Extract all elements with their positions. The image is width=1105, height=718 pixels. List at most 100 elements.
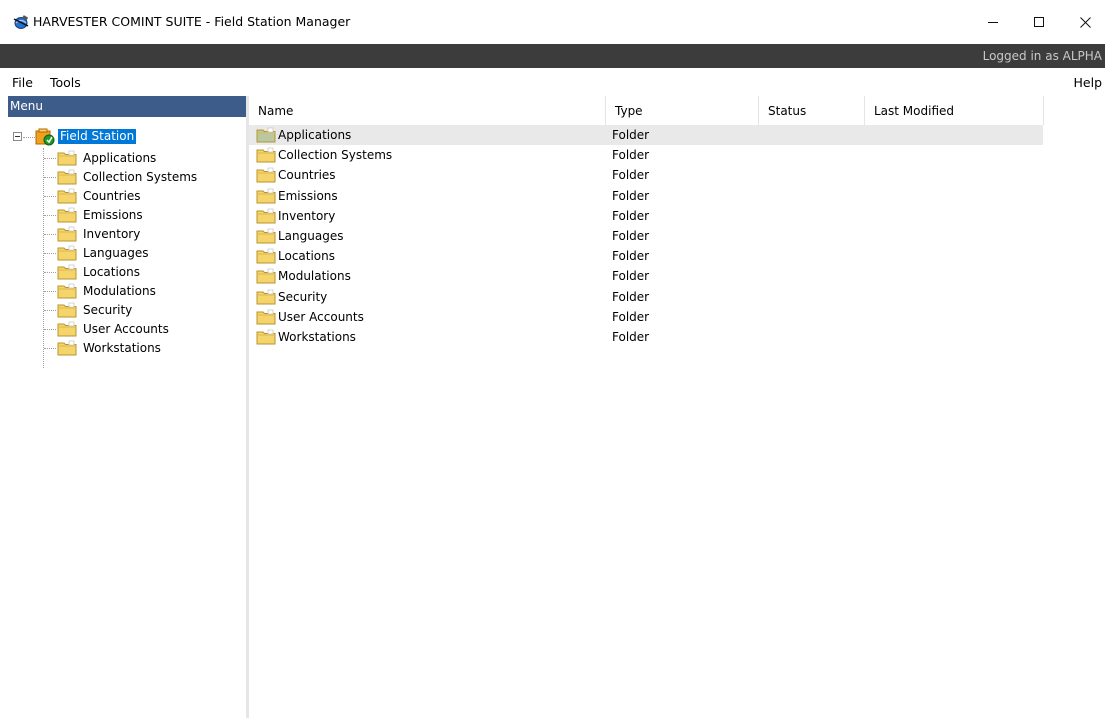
tree-item-label: Modulations bbox=[83, 284, 156, 298]
globe-satellite-icon bbox=[13, 15, 29, 29]
column-header-status[interactable]: Status bbox=[759, 96, 864, 125]
list-row[interactable]: Collection Systems Folder bbox=[249, 145, 1043, 165]
folder-icon bbox=[57, 302, 77, 318]
menu-bar: File Tools Help bbox=[0, 68, 1105, 96]
folder-icon bbox=[57, 283, 77, 299]
folder-icon bbox=[256, 188, 276, 204]
tree-item[interactable]: Security bbox=[8, 301, 246, 320]
tree-item-label: Collection Systems bbox=[83, 170, 198, 184]
tree-item[interactable]: Emissions bbox=[8, 206, 246, 225]
tree-item[interactable]: Countries bbox=[8, 187, 246, 206]
list-row[interactable]: Modulations Folder bbox=[249, 266, 1043, 286]
cell-name: Languages bbox=[278, 229, 344, 243]
cell-name: Workstations bbox=[278, 330, 356, 344]
cell-type: Folder bbox=[612, 128, 650, 142]
cell-name: Locations bbox=[278, 249, 336, 264]
menu-help[interactable]: Help bbox=[1074, 75, 1103, 90]
tree-connector bbox=[44, 215, 56, 216]
menu-tools[interactable]: Tools bbox=[50, 75, 81, 90]
folder-icon bbox=[57, 169, 77, 185]
cell-type: Folder bbox=[612, 309, 650, 324]
content-list-view: Name Type Status Last Modified Applicati… bbox=[249, 96, 1105, 718]
cell-name: Security bbox=[278, 289, 328, 304]
tree-item-label: Emissions bbox=[83, 208, 143, 222]
folder-icon bbox=[57, 321, 77, 337]
cell-name: Collection Systems bbox=[278, 148, 393, 163]
cell-name: Countries bbox=[278, 168, 336, 183]
folder-icon bbox=[256, 289, 276, 305]
column-header-label: Name bbox=[258, 104, 294, 118]
list-row[interactable]: Emissions Folder bbox=[249, 186, 1043, 206]
cell-type: Folder bbox=[612, 148, 650, 163]
column-separator[interactable] bbox=[1043, 96, 1044, 125]
menu-file[interactable]: File bbox=[12, 75, 33, 90]
list-row[interactable]: Workstations Folder bbox=[249, 327, 1043, 347]
column-header-label: Type bbox=[615, 104, 643, 118]
close-button[interactable] bbox=[1062, 0, 1105, 44]
status-strip: Logged in as ALPHA bbox=[0, 44, 1105, 68]
logged-in-status: Logged in as ALPHA bbox=[982, 49, 1102, 63]
tree-connector bbox=[44, 348, 56, 349]
title-bar[interactable]: HARVESTER COMINT SUITE - Field Station M… bbox=[0, 0, 1105, 44]
tree-item-label: Security bbox=[83, 303, 133, 317]
list-row[interactable]: Countries Folder bbox=[249, 165, 1043, 185]
tree-item[interactable]: Modulations bbox=[8, 282, 246, 301]
tree-connector bbox=[44, 158, 56, 159]
tree-connector bbox=[44, 234, 56, 235]
close-icon bbox=[1079, 16, 1091, 28]
tree-item[interactable]: Workstations bbox=[8, 339, 246, 358]
list-row[interactable]: Security Folder bbox=[249, 287, 1043, 307]
cell-type: Folder bbox=[612, 269, 650, 284]
folder-icon bbox=[57, 340, 77, 356]
column-header-type[interactable]: Type bbox=[606, 96, 758, 125]
cell-type: Folder bbox=[612, 229, 650, 243]
window-title: HARVESTER COMINT SUITE - Field Station M… bbox=[33, 14, 351, 29]
list-row[interactable]: Inventory Folder bbox=[249, 206, 1043, 226]
folder-icon bbox=[256, 167, 276, 183]
tree-item[interactable]: Languages bbox=[8, 244, 246, 263]
menu-pane-title: Menu bbox=[10, 99, 43, 113]
folder-icon bbox=[256, 127, 276, 143]
cell-type: Folder bbox=[612, 208, 650, 223]
folder-icon bbox=[57, 264, 77, 280]
cell-type: Folder bbox=[612, 289, 650, 304]
tree-item[interactable]: User Accounts bbox=[8, 320, 246, 339]
tree-item-label: Workstations bbox=[83, 341, 161, 355]
list-row[interactable]: Applications Folder bbox=[249, 125, 1043, 145]
folder-icon bbox=[256, 147, 276, 163]
tree-item-label: Locations bbox=[83, 265, 141, 279]
tree-item[interactable]: Inventory bbox=[8, 225, 246, 244]
list-row[interactable]: Languages Folder bbox=[249, 226, 1043, 246]
collapse-toggle-icon[interactable] bbox=[13, 132, 22, 141]
maximize-button[interactable] bbox=[1016, 0, 1062, 44]
column-header-last-modified[interactable]: Last Modified bbox=[865, 96, 1043, 125]
cell-type: Folder bbox=[612, 188, 650, 203]
folder-icon bbox=[256, 228, 276, 244]
maximize-icon bbox=[1034, 17, 1044, 27]
tree-item[interactable]: Collection Systems bbox=[8, 168, 246, 187]
minimize-icon bbox=[988, 22, 998, 23]
menu-pane-header: Menu bbox=[8, 96, 246, 117]
column-header-label: Last Modified bbox=[874, 104, 955, 118]
column-header-label: Status bbox=[768, 104, 807, 118]
folder-icon bbox=[57, 188, 77, 204]
list-row[interactable]: Locations Folder bbox=[249, 246, 1043, 266]
folder-icon bbox=[256, 248, 276, 264]
tree-item[interactable]: Applications bbox=[8, 149, 246, 168]
cell-name: Applications bbox=[278, 128, 352, 142]
tree-item-label: Countries bbox=[83, 189, 141, 203]
tree-connector bbox=[44, 291, 56, 292]
tree-connector bbox=[44, 329, 56, 330]
tree-root-field-station[interactable]: Field Station bbox=[8, 128, 246, 146]
tree-connector bbox=[44, 253, 56, 254]
list-row[interactable]: User Accounts Folder bbox=[249, 307, 1043, 327]
tree-item[interactable]: Locations bbox=[8, 263, 246, 282]
cell-type: Folder bbox=[612, 330, 650, 344]
tree-item-label: User Accounts bbox=[83, 322, 169, 336]
column-header-name[interactable]: Name bbox=[249, 96, 605, 125]
minimize-button[interactable] bbox=[970, 0, 1016, 44]
folder-icon bbox=[57, 226, 77, 242]
cell-name: Inventory bbox=[278, 208, 336, 223]
tree-connector bbox=[44, 310, 56, 311]
tree-connector bbox=[44, 177, 56, 178]
